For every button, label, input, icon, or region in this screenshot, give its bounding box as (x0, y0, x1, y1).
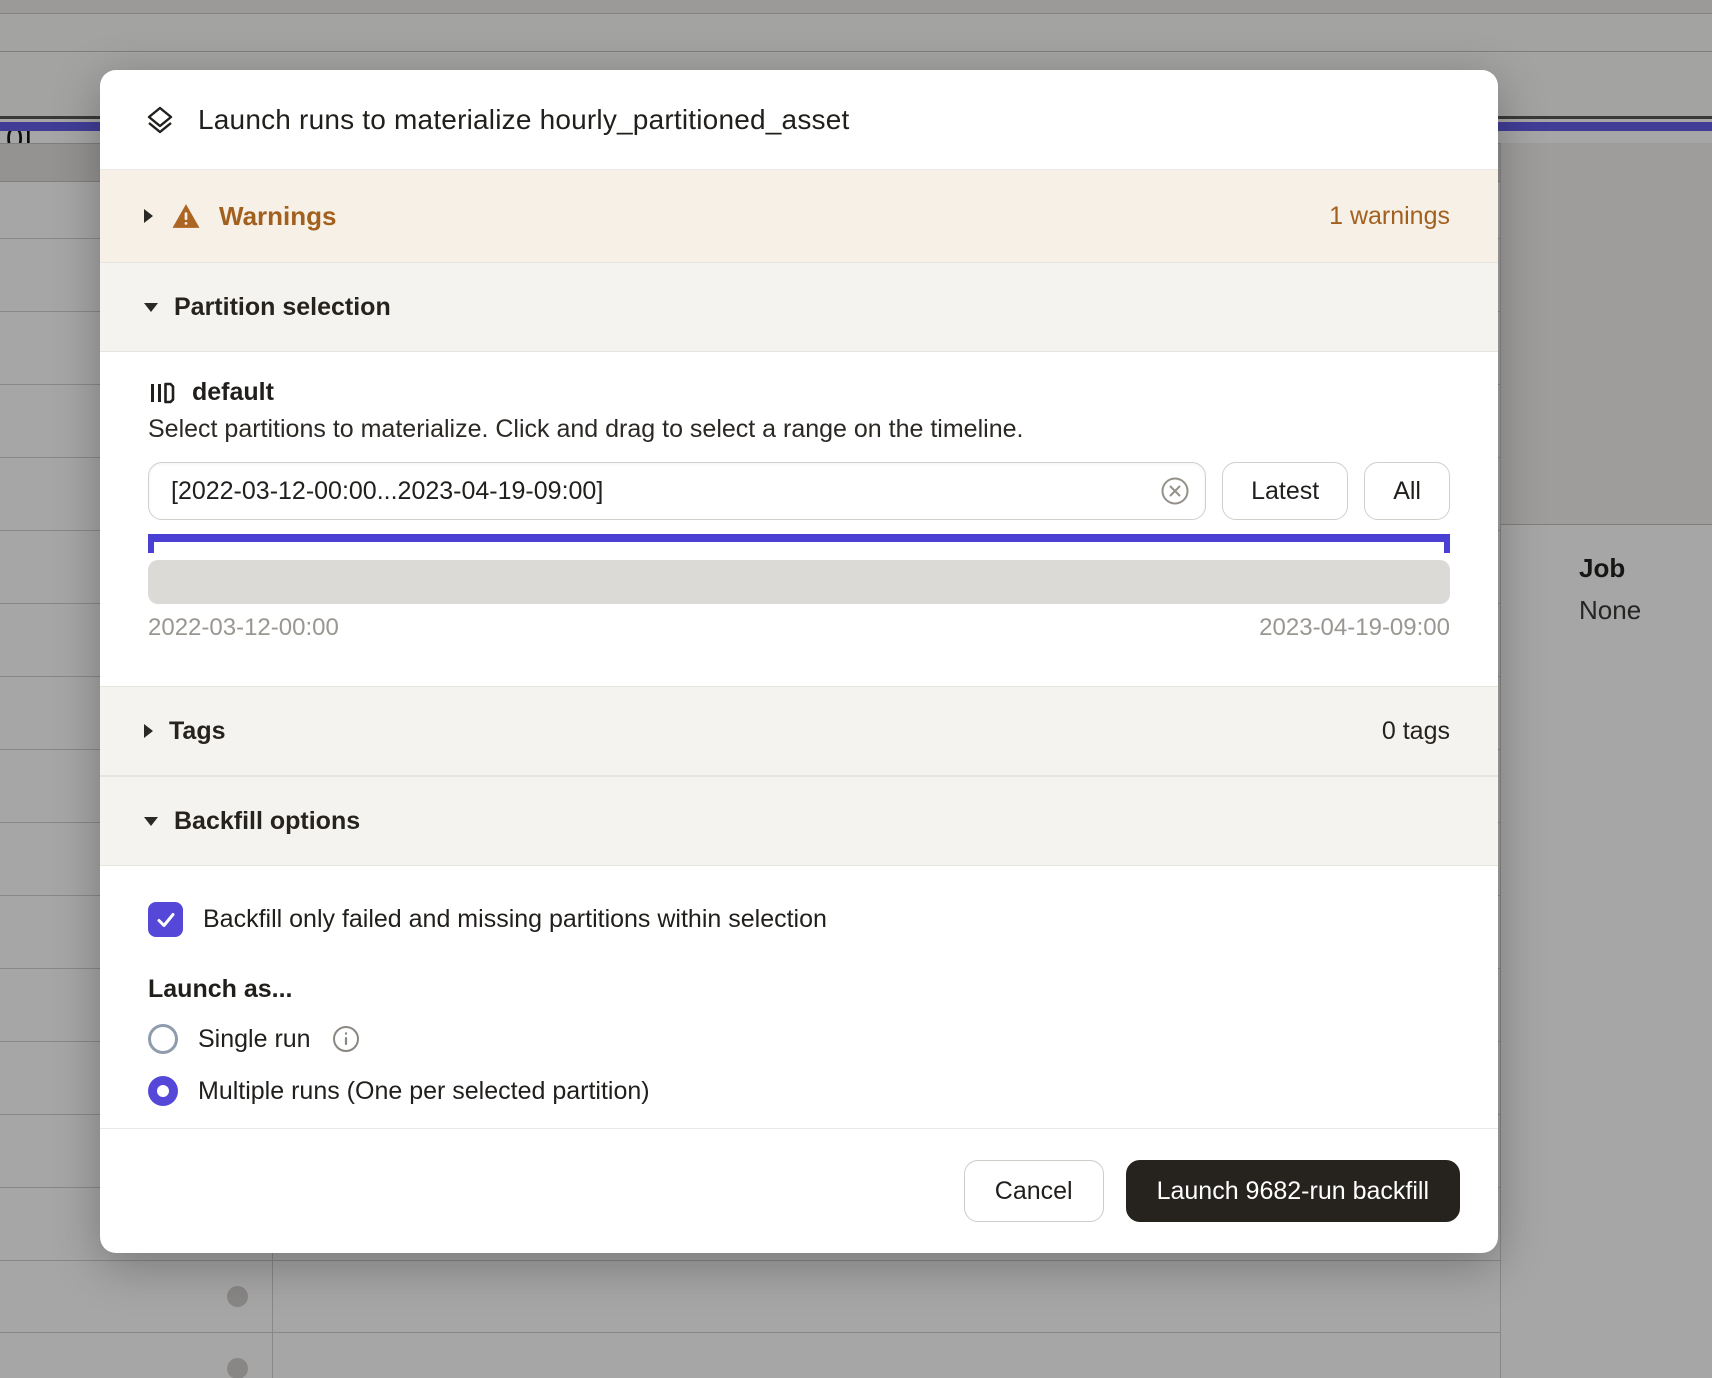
partition-selection-toggle[interactable]: Partition selection (100, 262, 1498, 352)
partition-dimension-name: default (192, 378, 274, 407)
partition-set-icon (148, 379, 176, 407)
radio-unchecked-icon[interactable] (148, 1024, 178, 1054)
tags-section-toggle[interactable]: Tags 0 tags (100, 686, 1498, 776)
backfill-options-toggle[interactable]: Backfill options (100, 776, 1498, 866)
chevron-right-icon (144, 724, 153, 738)
partition-selection-body: default Select partitions to materialize… (100, 352, 1498, 686)
timeline-labels: 2022-03-12-00:00 2023-04-19-09:00 (148, 614, 1450, 642)
partition-range-controls: Latest All (148, 462, 1450, 520)
warnings-count-badge: 1 warnings (1329, 202, 1450, 231)
tags-count-badge: 0 tags (1382, 717, 1450, 746)
launch-as-label: Launch as... (148, 975, 1450, 1004)
warnings-label: Warnings (219, 201, 336, 232)
multiple-runs-radio-row[interactable]: Multiple runs (One per selected partitio… (148, 1074, 1450, 1108)
clear-selection-button[interactable] (1159, 475, 1191, 507)
single-run-radio-row[interactable]: Single run (148, 1022, 1450, 1056)
partition-range-field (148, 462, 1206, 520)
selected-range-bar (148, 534, 1450, 542)
cancel-button[interactable]: Cancel (964, 1160, 1104, 1222)
timeline-start-label: 2022-03-12-00:00 (148, 614, 339, 642)
single-run-label: Single run (198, 1025, 311, 1054)
latest-button[interactable]: Latest (1222, 462, 1348, 520)
chevron-down-icon (144, 817, 158, 826)
launch-backfill-button[interactable]: Launch 9682-run backfill (1126, 1160, 1460, 1222)
range-end-tick (1444, 534, 1450, 553)
backfill-only-failed-label: Backfill only failed and missing partiti… (203, 905, 827, 934)
checkbox-checked-icon[interactable] (148, 902, 183, 937)
dialog-title: Launch runs to materialize hourly_partit… (198, 104, 849, 136)
multiple-runs-label: Multiple runs (One per selected partitio… (198, 1077, 650, 1106)
warnings-section-toggle[interactable]: Warnings 1 warnings (100, 170, 1498, 262)
info-icon[interactable] (331, 1024, 361, 1054)
clear-circle-x-icon (1159, 475, 1191, 507)
range-start-tick (148, 534, 154, 553)
launch-backfill-dialog: Launch runs to materialize hourly_partit… (100, 70, 1498, 1253)
partition-selection-label: Partition selection (174, 293, 391, 322)
materialize-layers-icon (144, 104, 176, 136)
radio-checked-icon[interactable] (148, 1076, 178, 1106)
dialog-footer: Cancel Launch 9682-run backfill (100, 1128, 1498, 1253)
backfill-only-failed-checkbox-row[interactable]: Backfill only failed and missing partiti… (148, 902, 1450, 937)
partition-timeline-track[interactable] (148, 560, 1450, 604)
chevron-down-icon (144, 303, 158, 312)
all-button[interactable]: All (1364, 462, 1450, 520)
backfill-options-label: Backfill options (174, 807, 360, 836)
timeline-end-label: 2023-04-19-09:00 (1259, 614, 1450, 642)
checkmark-icon (154, 908, 178, 932)
partition-dimension-row: default (148, 378, 1450, 407)
tags-label: Tags (169, 717, 226, 746)
partition-description: Select partitions to materialize. Click … (148, 415, 1450, 444)
backfill-options-body: Backfill only failed and missing partiti… (100, 866, 1498, 1108)
dialog-header: Launch runs to materialize hourly_partit… (100, 70, 1498, 170)
warning-triangle-icon (171, 201, 201, 231)
chevron-right-icon (144, 209, 153, 223)
partition-range-input[interactable] (149, 463, 1205, 519)
